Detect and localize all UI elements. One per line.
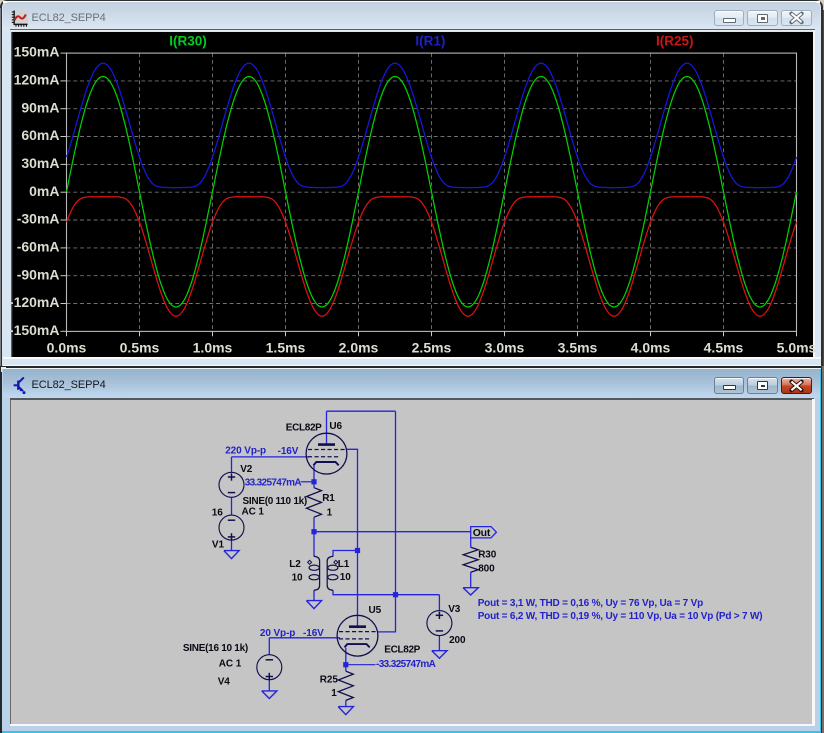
svg-text:4.0ms: 4.0ms <box>630 339 670 355</box>
svg-text:I(R25): I(R25) <box>656 33 694 48</box>
svg-text:0.5ms: 0.5ms <box>119 339 159 355</box>
svg-text:-33.325747mA: -33.325747mA <box>376 658 436 669</box>
svg-text:Out: Out <box>473 527 491 539</box>
svg-text:1.5ms: 1.5ms <box>265 339 305 355</box>
svg-text:AC 1: AC 1 <box>219 658 242 669</box>
svg-text:R1: R1 <box>322 493 335 504</box>
svg-text:-120mA: -120mA <box>8 294 59 310</box>
svg-text:120mA: 120mA <box>13 71 59 87</box>
svg-text:V3: V3 <box>448 603 461 614</box>
svg-text:33.325747mA: 33.325747mA <box>245 477 302 488</box>
svg-text:-16V: -16V <box>303 627 324 638</box>
svg-text:L1: L1 <box>338 559 350 570</box>
svg-text:-90mA: -90mA <box>16 266 59 282</box>
svg-text:3.5ms: 3.5ms <box>557 339 597 355</box>
svg-text:0mA: 0mA <box>29 182 59 198</box>
svg-text:ECL82P: ECL82P <box>286 422 322 433</box>
svg-text:V4: V4 <box>218 676 231 687</box>
svg-text:800: 800 <box>478 563 495 574</box>
svg-text:ECL82P: ECL82P <box>384 644 420 655</box>
svg-text:AC 1: AC 1 <box>242 506 265 517</box>
svg-text:U5: U5 <box>369 604 382 615</box>
svg-text:V1: V1 <box>212 539 225 550</box>
svg-text:Pout = 6,2 W, THD = 0,19 %, Uy: Pout = 6,2 W, THD = 0,19 %, Uy = 110 Vp,… <box>478 610 763 621</box>
svg-text:SINE(0 110 1k): SINE(0 110 1k) <box>243 496 307 507</box>
svg-text:V2: V2 <box>240 464 253 475</box>
svg-text:R30: R30 <box>478 549 497 560</box>
svg-text:0.0ms: 0.0ms <box>46 339 86 355</box>
svg-text:I(R1): I(R1) <box>415 33 445 48</box>
svg-text:200: 200 <box>449 634 466 645</box>
svg-text:16: 16 <box>212 507 223 518</box>
svg-text:20 Vp-p: 20 Vp-p <box>260 627 295 638</box>
svg-text:1: 1 <box>331 688 337 699</box>
svg-text:220 Vp-p: 220 Vp-p <box>225 445 266 456</box>
svg-text:30mA: 30mA <box>21 155 59 171</box>
svg-text:I(R30): I(R30) <box>169 33 207 48</box>
svg-text:-150mA: -150mA <box>8 321 59 337</box>
svg-text:90mA: 90mA <box>21 99 59 115</box>
svg-text:2.0ms: 2.0ms <box>338 339 378 355</box>
svg-text:R25: R25 <box>320 674 339 685</box>
svg-text:1: 1 <box>327 507 333 518</box>
svg-text:10: 10 <box>340 572 351 583</box>
svg-text:SINE(16 10 1k): SINE(16 10 1k) <box>183 642 248 653</box>
svg-text:U6: U6 <box>329 421 342 432</box>
svg-text:3.0ms: 3.0ms <box>484 339 524 355</box>
svg-text:2.5ms: 2.5ms <box>411 339 451 355</box>
svg-text:150mA: 150mA <box>13 43 59 59</box>
svg-text:-30mA: -30mA <box>16 210 59 226</box>
svg-text:10: 10 <box>292 572 303 583</box>
svg-text:1.0ms: 1.0ms <box>192 339 232 355</box>
svg-text:-16V: -16V <box>278 446 299 457</box>
svg-text:-60mA: -60mA <box>16 238 59 254</box>
svg-text:4.5ms: 4.5ms <box>703 339 743 355</box>
svg-text:60mA: 60mA <box>21 127 59 143</box>
svg-text:5.0ms: 5.0ms <box>776 339 816 355</box>
svg-text:Pout = 3,1 W, THD = 0,16 %, Uy: Pout = 3,1 W, THD = 0,16 %, Uy = 76 Vp, … <box>478 598 703 609</box>
svg-text:L2: L2 <box>289 558 301 569</box>
